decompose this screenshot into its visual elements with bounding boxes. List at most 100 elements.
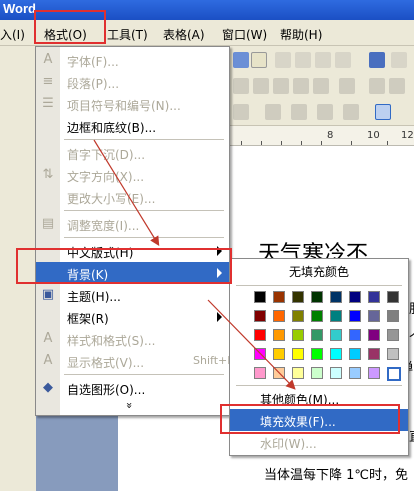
color-swatch[interactable] [273,329,285,341]
menu-item-font[interactable]: A 字体(F)... [36,49,229,71]
color-swatch[interactable] [387,367,401,381]
color-swatch[interactable] [292,310,304,322]
color-swatch[interactable] [273,367,285,379]
borders-icon[interactable] [317,104,333,120]
font-icon: A [43,52,53,67]
color-swatch[interactable] [311,348,323,360]
merge-cells-icon[interactable] [265,104,281,120]
color-swatch[interactable] [311,291,323,303]
color-swatch[interactable] [254,329,266,341]
color-swatch[interactable] [387,310,399,322]
color-swatch[interactable] [330,291,342,303]
color-swatch[interactable] [368,348,380,360]
menu-item-background[interactable]: 背景(K) [36,262,229,284]
menu-item-asian-layout[interactable]: 中文版式(H) [36,240,229,262]
menu-item-theme[interactable]: ▣ 主题(H)... [36,284,229,306]
toolbar-grid-icon[interactable] [295,52,311,68]
color-swatch[interactable] [349,291,361,303]
reveal-formatting-icon: A [43,353,53,368]
menu-item-fill-effects[interactable]: 填充效果(F)... [230,409,408,431]
menu-item-drop-cap[interactable]: 首字下沉(D)... [36,142,229,164]
color-swatch[interactable] [368,310,380,322]
color-swatch[interactable] [254,291,266,303]
menu-item-text-direction[interactable]: ⇅ 文字方向(X)... [36,164,229,186]
menu-item-autoshape[interactable]: ◆ 自选图形(O)... [36,377,229,399]
color-swatch[interactable] [292,367,304,379]
numbering-icon[interactable] [369,78,385,94]
color-swatch[interactable] [387,291,399,303]
color-swatch[interactable] [368,291,380,303]
line-spacing-icon[interactable] [339,78,355,94]
menu-bar: 入(I) 格式(O) 工具(T) 表格(A) 窗口(W) 帮助(H) [0,20,414,46]
menu-item-borders-shading[interactable]: 边框和底纹(B)... [36,115,229,137]
color-swatch[interactable] [387,329,399,341]
menu-item-bullets-numbering[interactable]: ☰ 项目符号和编号(N)... [36,93,229,115]
toolbar-docmap-icon[interactable] [391,52,407,68]
menu-table[interactable]: 表格(A) [163,26,205,43]
document-text-line: 当体温每下降 1℃时，免 [264,468,409,483]
justify-icon[interactable] [293,78,309,94]
align-left-icon[interactable] [233,78,249,94]
toolbar-table-icon[interactable] [275,52,291,68]
color-swatch[interactable] [292,329,304,341]
menu-item-paragraph[interactable]: ≡ 段落(P)... [36,71,229,93]
color-swatch[interactable] [254,348,266,360]
color-swatch[interactable] [349,329,361,341]
color-swatch[interactable] [292,348,304,360]
align-center-icon[interactable] [253,78,269,94]
expand-menu-icon[interactable]: » [123,402,136,409]
split-cells-icon[interactable] [291,104,307,120]
menu-item-reveal-formatting[interactable]: A 显示格式(V)... Shift+F1 [36,350,241,372]
toolbar-drawing-icon[interactable] [369,52,385,68]
table-autoformat-icon[interactable] [375,104,391,120]
color-swatch[interactable] [254,367,266,379]
menu-item-styles-formatting[interactable]: A 样式和格式(S)... [36,328,229,350]
color-swatch[interactable] [349,367,361,379]
shading-icon[interactable] [343,104,359,120]
color-swatch[interactable] [349,310,361,322]
distribute-icon[interactable] [313,78,329,94]
menu-format[interactable]: 格式(O) [44,26,87,43]
color-swatch[interactable] [368,367,380,379]
menu-item-more-colors[interactable]: 其他颜色(M)... [230,387,408,409]
align-right-icon[interactable] [273,78,289,94]
no-fill-color[interactable]: 无填充颜色 [230,263,408,280]
color-swatch[interactable] [273,348,285,360]
formatting-toolbar [229,46,414,126]
color-swatch[interactable] [254,310,266,322]
menu-item-fit-width[interactable]: ▤ 调整宽度(I)... [36,213,229,235]
menu-separator [64,210,224,211]
menu-item-label: 自选图形(O)... [67,383,146,397]
menu-window[interactable]: 窗口(W) [222,26,267,43]
menu-item-label: 段落(P)... [67,77,120,91]
menu-tools[interactable]: 工具(T) [107,26,148,43]
color-swatch[interactable] [387,348,399,360]
menu-item-change-case[interactable]: 更改大小写(E)... [36,186,229,208]
color-swatch[interactable] [273,291,285,303]
toolbar-columns-icon[interactable] [315,52,331,68]
bullets-icon[interactable] [389,78,405,94]
color-swatch[interactable] [330,367,342,379]
format-menu: A 字体(F)... ≡ 段落(P)... ☰ 项目符号和编号(N)... 边框… [35,46,241,416]
insert-table-icon[interactable] [233,104,249,120]
toolbar-chart-icon[interactable] [335,52,351,68]
color-swatch[interactable] [368,329,380,341]
menu-help[interactable]: 帮助(H) [280,26,322,43]
submenu-arrow-icon [217,246,222,256]
toolbar-edit-icon[interactable] [251,52,267,68]
color-swatch[interactable] [330,310,342,322]
fit-width-icon: ▤ [41,216,55,231]
menu-item-watermark[interactable]: 水印(W)... [230,431,408,453]
color-swatch[interactable] [330,348,342,360]
menu-insert[interactable]: 入(I) [0,26,25,43]
menu-item-frames[interactable]: 框架(R) [36,306,229,328]
toolbar-globe-icon[interactable] [233,52,249,68]
menu-item-label: 文字方向(X)... [67,170,145,184]
color-swatch[interactable] [330,329,342,341]
color-swatch[interactable] [273,310,285,322]
color-swatch[interactable] [311,310,323,322]
color-swatch[interactable] [311,329,323,341]
color-swatch[interactable] [311,367,323,379]
color-swatch[interactable] [349,348,361,360]
color-swatch[interactable] [292,291,304,303]
